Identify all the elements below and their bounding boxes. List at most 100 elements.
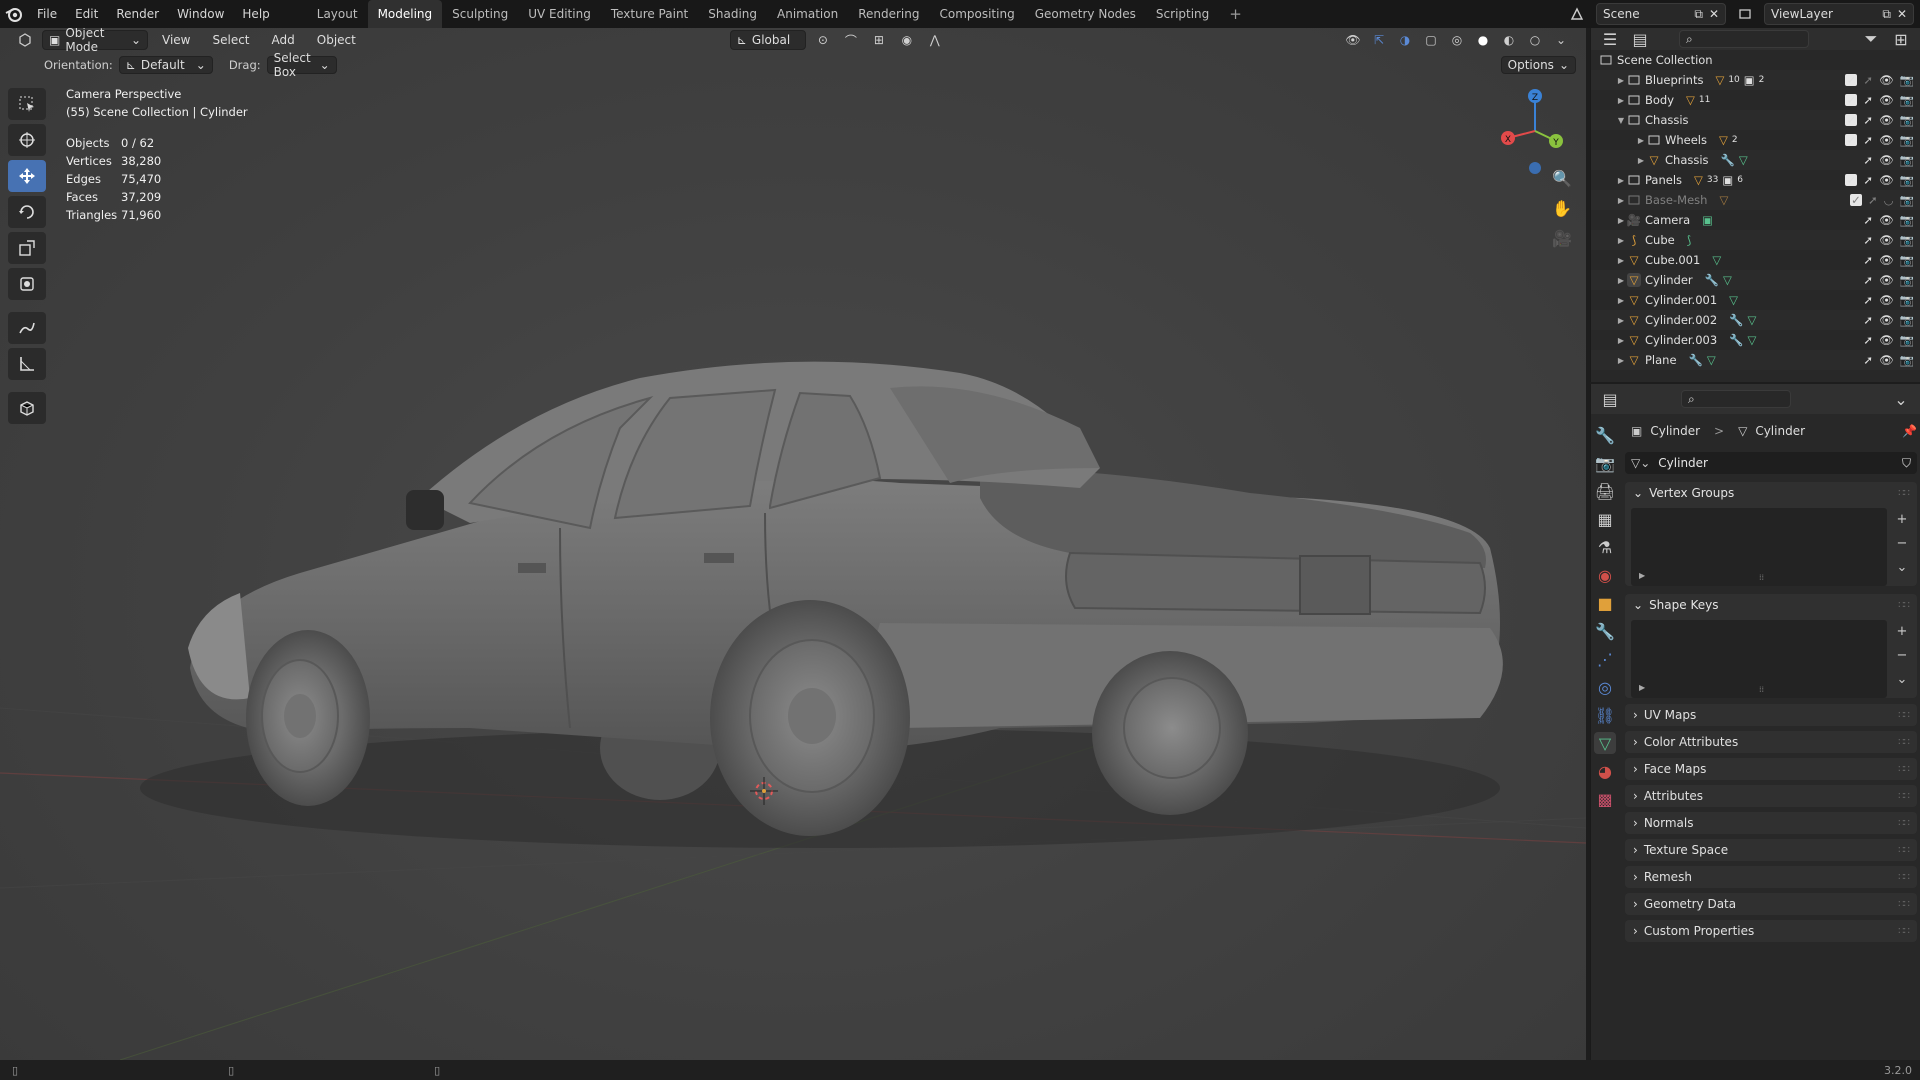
render-camera-icon[interactable]: 📷 [1900, 233, 1914, 247]
transform-tool-icon[interactable] [8, 268, 46, 300]
outliner-editor-icon[interactable]: ☰ [1599, 28, 1621, 50]
shape-keys-list[interactable]: ▶ ⁞⁞ [1631, 620, 1887, 698]
outliner-row-cylinder-003[interactable]: ▶ ▽ Cylinder.003 🔧 ▽ ➚ 👁 📷 [1591, 330, 1920, 350]
drag-grip-icon[interactable]: ∷∷ [1898, 926, 1910, 937]
chevron-down-icon[interactable]: ⌄ [1890, 388, 1912, 410]
eye-icon[interactable]: 👁 [1879, 133, 1894, 147]
drag-grip-icon[interactable]: ∷∷ [1898, 845, 1910, 856]
panel-custom-properties[interactable]: › Custom Properties ∷∷ [1625, 920, 1917, 942]
wireframe-shading-icon[interactable]: ◎ [1446, 29, 1468, 51]
viewport-menu-object[interactable]: Object [309, 33, 364, 47]
output-tab-icon[interactable]: 🖨 [1594, 480, 1616, 502]
specials-menu-icon[interactable]: ⌄ [1893, 670, 1911, 688]
pin-icon[interactable]: 📌 [1902, 424, 1917, 438]
copy-icon[interactable]: ⧉ [1694, 7, 1703, 22]
render-camera-icon[interactable]: 📷 [1900, 93, 1914, 107]
blender-logo-icon[interactable] [0, 0, 28, 28]
eye-icon[interactable]: 👁 [1879, 273, 1894, 287]
viewport-menu-view[interactable]: View [154, 33, 198, 47]
selectable-icon[interactable]: ➚ [1863, 153, 1873, 167]
tab-texture-paint[interactable]: Texture Paint [601, 0, 698, 28]
selectable-icon[interactable]: ➚ [1863, 133, 1873, 147]
object-tab-icon[interactable]: ■ [1594, 592, 1616, 614]
expand-arrow-icon[interactable]: ▶ [1615, 356, 1627, 365]
eye-icon[interactable]: 👁 [1879, 173, 1894, 187]
expand-arrow-icon[interactable]: ▶ [1615, 76, 1627, 85]
render-camera-icon[interactable]: 📷 [1900, 73, 1914, 87]
selectable-icon[interactable]: ➚ [1863, 293, 1873, 307]
camera-view-icon[interactable]: 🎥 [1548, 224, 1576, 252]
render-camera-icon[interactable]: 📷 [1900, 193, 1914, 207]
selectable-icon[interactable]: ➚ [1863, 273, 1873, 287]
panel-remesh[interactable]: › Remesh ∷∷ [1625, 866, 1917, 888]
expand-arrow-icon[interactable]: ▶ [1615, 236, 1627, 245]
expand-arrow-icon[interactable]: ▶ [1635, 156, 1647, 165]
drag-grip-icon[interactable]: ∷∷ [1898, 600, 1910, 611]
falloff-icon[interactable]: ⋀ [924, 29, 946, 51]
particles-tab-icon[interactable]: ⋰ [1594, 648, 1616, 670]
eye-icon[interactable]: 👁 [1879, 293, 1894, 307]
eye-icon[interactable]: 👁 [1879, 73, 1894, 87]
expand-arrow-icon[interactable]: ▶ [1615, 316, 1627, 325]
panel-normals[interactable]: › Normals ∷∷ [1625, 812, 1917, 834]
transform-orientation-dropdown[interactable]: ⊾ Global [729, 30, 806, 50]
fake-user-shield-icon[interactable]: ⛉ [1902, 456, 1911, 471]
outliner-row-cylinder-001[interactable]: ▶ ▽ Cylinder.001 ▽ ➚ 👁 📷 [1591, 290, 1920, 310]
outliner-row-plane[interactable]: ▶ ▽ Plane 🔧 ▽ ➚ 👁 📷 [1591, 350, 1920, 370]
drag-grip-icon[interactable]: ∷∷ [1898, 737, 1910, 748]
tab-compositing[interactable]: Compositing [929, 0, 1024, 28]
selectable-icon[interactable]: ➚ [1863, 113, 1873, 127]
render-camera-icon[interactable]: 📷 [1900, 313, 1914, 327]
eye-icon[interactable]: 👁 [1879, 253, 1894, 267]
outliner-row-body[interactable]: ▶ Body ▽ 11 ✓ ➚ 👁 📷 [1591, 90, 1920, 110]
selectable-icon[interactable]: ➚ [1868, 193, 1878, 207]
cursor-tool-icon[interactable] [8, 124, 46, 156]
outliner-row-camera[interactable]: ▶ 🎥 Camera ▣ ➚ 👁 📷 [1591, 210, 1920, 230]
list-expand-icon[interactable]: ▶ [1639, 683, 1645, 692]
render-camera-icon[interactable]: 📷 [1900, 353, 1914, 367]
selectable-icon[interactable]: ➚ [1863, 233, 1873, 247]
pan-hand-icon[interactable]: ✋ [1548, 194, 1576, 222]
view-layer-selector[interactable]: ViewLayer ⧉ ✕ [1764, 3, 1914, 25]
menu-file[interactable]: File [28, 0, 66, 28]
properties-editor-icon[interactable]: ▤ [1599, 388, 1621, 410]
world-tab-icon[interactable]: ◉ [1594, 564, 1616, 586]
drag-grip-icon[interactable]: ∷∷ [1898, 818, 1910, 829]
menu-edit[interactable]: Edit [66, 0, 107, 28]
render-tab-icon[interactable]: 📷 [1594, 452, 1616, 474]
drag-dropdown[interactable]: Select Box ⌄ [266, 51, 337, 79]
outliner-row-wheels[interactable]: ▶ Wheels ▽ 2 ✓ ➚ 👁 📷 [1591, 130, 1920, 150]
visibility-icon[interactable]: 👁 [1342, 29, 1364, 51]
texture-tab-icon[interactable]: ▩ [1594, 788, 1616, 810]
panel-face-maps[interactable]: › Face Maps ∷∷ [1625, 758, 1917, 780]
close-icon[interactable]: ✕ [1709, 7, 1719, 22]
render-camera-icon[interactable]: 📷 [1900, 133, 1914, 147]
exclude-checkbox[interactable]: ✓ [1845, 173, 1858, 187]
specials-menu-icon[interactable]: ⌄ [1893, 558, 1911, 576]
select-box-tool-icon[interactable] [8, 88, 46, 120]
viewport-menu-select[interactable]: Select [204, 33, 257, 47]
tab-uv-editing[interactable]: UV Editing [518, 0, 601, 28]
drag-grip-icon[interactable]: ∷∷ [1898, 872, 1910, 883]
snap-icon[interactable]: ⌒ [840, 29, 862, 51]
editor-type-icon[interactable] [14, 29, 36, 51]
object-mode-dropdown[interactable]: ▣ Object Mode ⌄ [42, 28, 148, 54]
selectable-icon[interactable]: ➚ [1863, 253, 1873, 267]
outliner-row-cube-001[interactable]: ▶ ▽ Cube.001 ▽ ➚ 👁 📷 [1591, 250, 1920, 270]
eye-icon[interactable]: 👁 [1879, 353, 1894, 367]
close-icon[interactable]: ✕ [1897, 7, 1907, 22]
panel-attributes[interactable]: › Attributes ∷∷ [1625, 785, 1917, 807]
exclude-checkbox[interactable]: ✓ [1845, 73, 1858, 87]
xray-icon[interactable]: ▢ [1420, 29, 1442, 51]
selectable-icon[interactable]: ➚ [1863, 313, 1873, 327]
add-shape-key-button[interactable]: + [1893, 622, 1911, 640]
render-camera-icon[interactable]: 📷 [1900, 293, 1914, 307]
panel-geometry-data[interactable]: › Geometry Data ∷∷ [1625, 893, 1917, 915]
outliner-row-chassis-mesh[interactable]: ▶ ▽ Chassis 🔧 ▽ ➚ 👁 📷 [1591, 150, 1920, 170]
new-collection-icon[interactable]: ⊞ [1890, 28, 1912, 50]
exclude-checkbox[interactable]: ✓ [1845, 113, 1858, 127]
tab-rendering[interactable]: Rendering [848, 0, 929, 28]
eye-icon[interactable]: 👁 [1879, 333, 1894, 347]
panel-uv-maps[interactable]: › UV Maps ∷∷ [1625, 704, 1917, 726]
annotate-tool-icon[interactable] [8, 312, 46, 344]
